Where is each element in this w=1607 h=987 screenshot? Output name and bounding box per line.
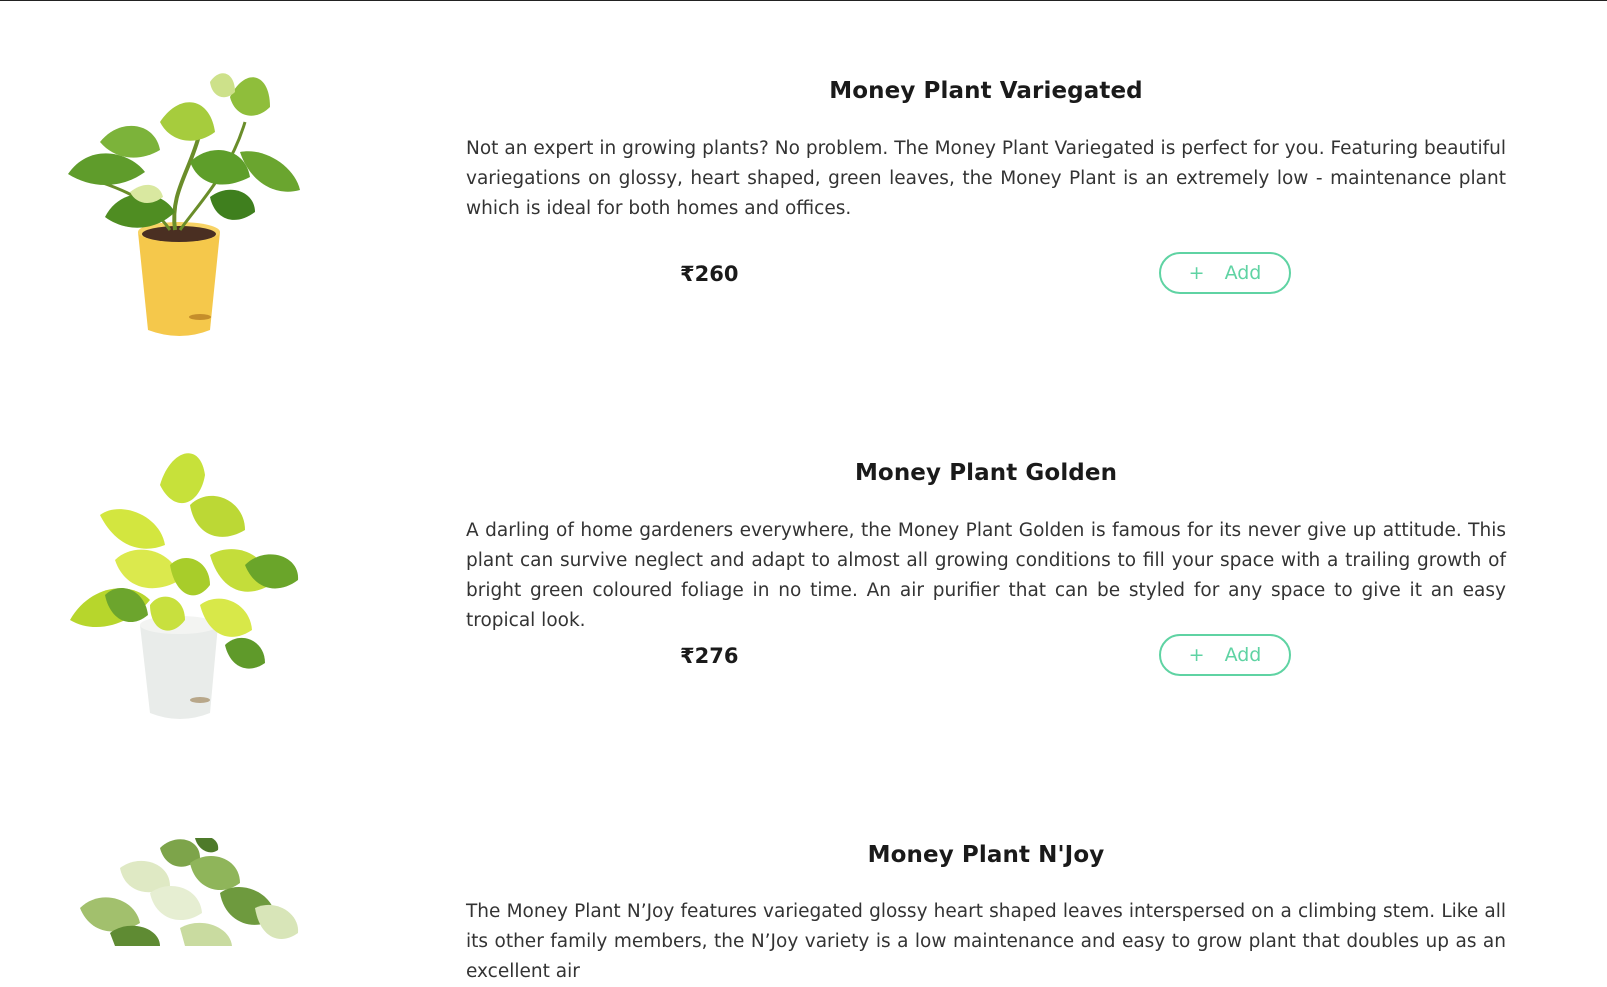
- add-to-cart-button[interactable]: + Add: [1159, 634, 1291, 676]
- plus-icon: +: [1188, 644, 1205, 666]
- add-button-label: Add: [1224, 262, 1262, 284]
- product-price: ₹276: [680, 644, 739, 668]
- product-price: ₹260: [680, 262, 739, 286]
- add-button-label: Add: [1224, 644, 1262, 666]
- product-description: Not an expert in growing plants? No prob…: [466, 138, 1506, 219]
- add-to-cart-button[interactable]: + Add: [1159, 252, 1291, 294]
- plant-golden-image[interactable]: [60, 445, 310, 725]
- plus-icon: +: [1188, 262, 1205, 284]
- product-title: Money Plant N'Joy: [867, 842, 1105, 868]
- product-description: A darling of home gardeners everywhere, …: [466, 520, 1506, 631]
- product-title: Money Plant Variegated: [829, 78, 1143, 104]
- product-title: Money Plant Golden: [854, 460, 1118, 486]
- product-description: The Money Plant N’Joy features variegate…: [466, 901, 1506, 982]
- plant-variegated-image[interactable]: [60, 62, 310, 342]
- plant-njoy-image[interactable]: [60, 838, 310, 946]
- top-border: [0, 0, 1607, 1]
